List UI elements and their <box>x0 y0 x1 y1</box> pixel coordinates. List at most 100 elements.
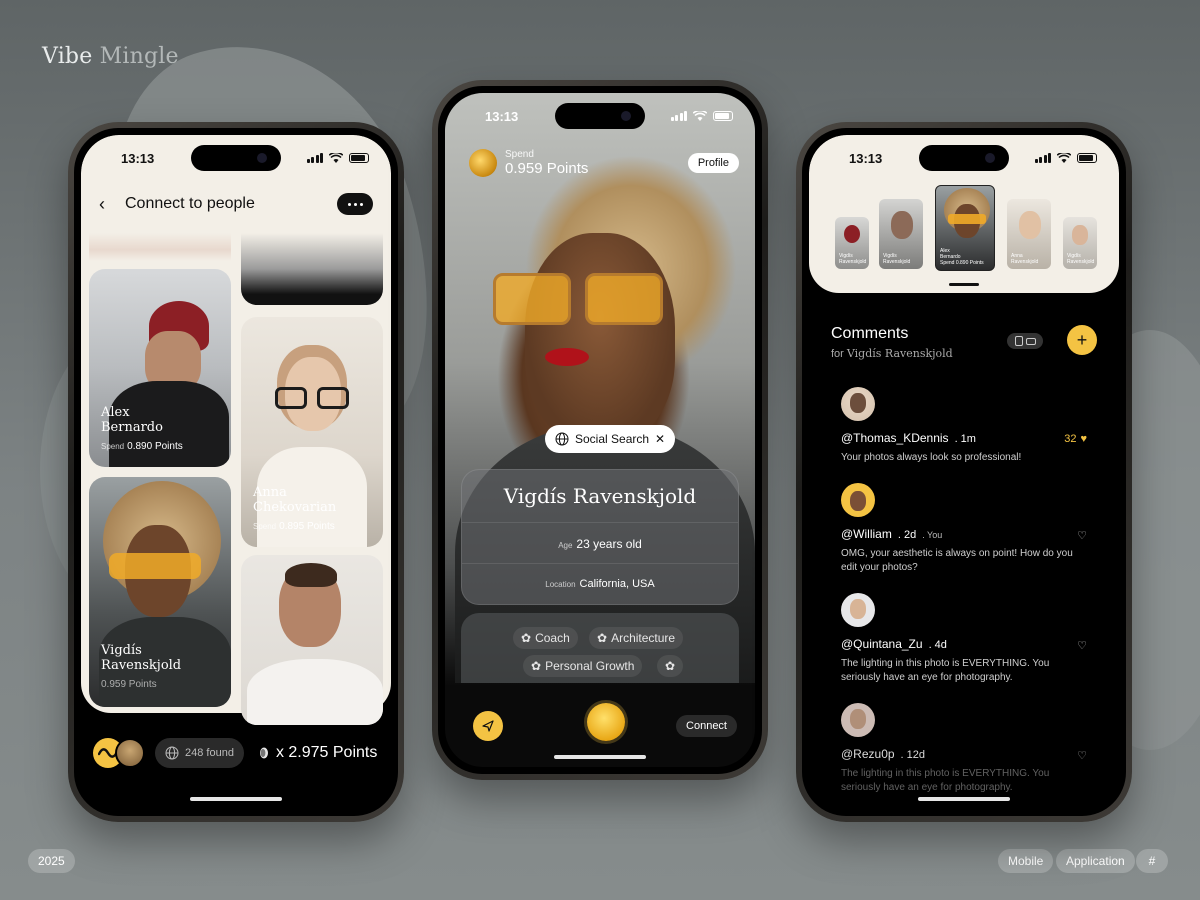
tag-architecture[interactable]: ✿ Architecture <box>589 627 684 649</box>
profile-button[interactable]: Profile <box>687 153 739 173</box>
view-toggle[interactable] <box>1007 333 1043 349</box>
home-indicator[interactable] <box>554 755 646 759</box>
comments-title: Comments <box>831 325 909 342</box>
status-time: 13:13 <box>849 150 883 166</box>
send-icon <box>482 720 494 732</box>
signal-icon <box>306 153 323 163</box>
comment-time: . 1m <box>954 433 976 445</box>
tag-more[interactable]: ✿ <box>657 655 684 677</box>
like-button[interactable]: ♡ <box>1077 749 1087 762</box>
location-label: Location <box>545 580 576 589</box>
bottom-bar: 248 found x 2.975 Points <box>93 731 379 775</box>
carousel-thumb-active[interactable]: Alex Bernardo Spend 0.890 Points <box>935 185 995 271</box>
card-name: Anna Chekovarian <box>253 485 337 515</box>
header: ‹ Connect to people <box>99 193 373 215</box>
avatar[interactable] <box>841 483 875 517</box>
action-bar: Connect <box>463 703 737 743</box>
location-row: Location California, USA <box>462 563 738 590</box>
avatar <box>115 738 145 768</box>
phone-screen: 13:13 ‹ Connect to people Alex Bernardo … <box>81 135 391 809</box>
interests-card: ✿ Coach ✿ Architecture ✿ Personal Growth ✿ <box>461 613 739 683</box>
main-action-button[interactable] <box>587 703 625 741</box>
people-panel: 13:13 ‹ Connect to people Alex Bernardo … <box>81 135 391 725</box>
home-indicator[interactable] <box>918 797 1010 801</box>
phone-bezel: 13:13 Vigdís Ravenskjold Vigdís Ravenskjol… <box>802 128 1126 816</box>
avatar[interactable] <box>841 387 875 421</box>
tag-personal-growth[interactable]: ✿ Personal Growth <box>523 655 643 677</box>
signal-icon <box>1034 153 1051 163</box>
glasses-icon <box>275 387 349 409</box>
coin-icon <box>259 747 268 759</box>
comments-for: for Vigdís Ravenskjold <box>831 347 953 360</box>
sheet-grabber[interactable] <box>949 283 979 286</box>
wifi-icon <box>329 153 343 163</box>
shirt-shape <box>247 659 383 725</box>
card-name: Alex Bernardo <box>101 405 163 435</box>
flower-icon: ✿ <box>597 631 608 645</box>
home-indicator[interactable] <box>190 797 282 801</box>
face-shape <box>525 233 675 443</box>
battery-icon <box>713 111 733 121</box>
sunglasses-icon <box>493 269 679 327</box>
phone-bezel: 13:13 Spend 0.959 Points Profile Social … <box>438 86 762 774</box>
brand-logo: Vibe Mingle <box>42 44 179 69</box>
like-button[interactable]: ♡ <box>1077 639 1087 652</box>
battery-icon <box>349 153 369 163</box>
dynamic-island <box>919 145 1009 171</box>
profile-name: Vigdís Ravenskjold <box>503 484 697 508</box>
status-time: 13:13 <box>485 108 519 124</box>
person-card-alex[interactable]: Alex Bernardo Spend 0.890 Points <box>89 269 231 467</box>
avatar[interactable] <box>841 593 875 627</box>
more-options-button[interactable] <box>337 193 373 215</box>
comment-text: The lighting in this photo is EVERYTHING… <box>841 658 1050 683</box>
found-badge[interactable]: 248 found <box>155 738 244 768</box>
carousel-thumb[interactable]: Vigdís Ravenskjold <box>835 217 869 269</box>
like-button[interactable]: ♡ <box>1077 529 1087 542</box>
comment-time: . 2d <box>897 529 917 541</box>
wifi-icon <box>1057 153 1071 163</box>
avatar[interactable] <box>841 703 875 737</box>
phone-screen: 13:13 Vigdís Ravenskjold Vigdís Ravenskjol… <box>809 135 1119 809</box>
spend-indicator: Spend 0.959 Points <box>469 149 588 177</box>
year-badge: 2025 <box>28 849 75 873</box>
phone-bezel: 13:13 ‹ Connect to people Alex Bernardo … <box>74 128 398 816</box>
phone-profile: 13:13 Spend 0.959 Points Profile Social … <box>432 80 768 780</box>
like-count[interactable]: 32 ♥ <box>1064 433 1087 445</box>
add-comment-button[interactable]: + <box>1067 325 1097 355</box>
profile-info-card: Vigdís Ravenskjold Age 23 years old Locat… <box>461 469 739 605</box>
close-icon[interactable]: ✕ <box>655 432 665 446</box>
card-peek[interactable] <box>241 233 383 305</box>
card-spend: Spend 0.890 Points <box>101 441 183 452</box>
comment-user[interactable]: @Quintana_Zu <box>841 637 923 651</box>
heart-filled-icon: ♥ <box>1080 433 1087 445</box>
location-value: California, USA <box>579 578 655 590</box>
social-search-chip[interactable]: Social Search ✕ <box>545 425 676 453</box>
carousel-thumb[interactable]: Vigdís Ravenskjold <box>879 199 923 269</box>
comments-header: Comments for Vigdís Ravenskjold + <box>831 325 1097 360</box>
carousel-thumb[interactable]: Vigdís Ravenskjold <box>1063 217 1097 269</box>
card-spend: Spend 0.895 Points <box>253 521 335 532</box>
comment-text: Your photos always look so professional! <box>841 452 1022 463</box>
lips-shape <box>545 348 589 366</box>
status-time: 13:13 <box>121 150 155 166</box>
connect-button[interactable]: Connect <box>676 715 737 737</box>
person-card-vigdis[interactable]: Vigdís Ravenskjold 0.959 Points <box>89 477 231 707</box>
brand-word-2: Mingle <box>99 44 179 69</box>
person-card-man[interactable] <box>241 555 383 725</box>
carousel-thumb[interactable]: Anna Ravenskjold <box>1007 199 1051 269</box>
tag-hash: # <box>1136 849 1168 873</box>
age-row: Age 23 years old <box>462 522 738 551</box>
tag-mobile: Mobile <box>998 849 1054 873</box>
send-button[interactable] <box>473 711 503 741</box>
wifi-icon <box>693 111 707 121</box>
person-card-anna[interactable]: Anna Chekovarian Spend 0.895 Points <box>241 317 383 547</box>
comment-item: @Thomas_KDennis . 1m 32 ♥ Your photos alwa… <box>841 387 1087 465</box>
tag-coach[interactable]: ✿ Coach <box>513 627 578 649</box>
comment-user[interactable]: @Rezu0p <box>841 747 895 761</box>
comment-user[interactable]: @Thomas_KDennis <box>841 431 949 445</box>
comment-user[interactable]: @William <box>841 527 892 541</box>
back-chevron-icon[interactable]: ‹ <box>99 194 125 215</box>
age-value: 23 years old <box>576 537 642 551</box>
avatar-stack[interactable] <box>93 738 149 768</box>
sunglasses-icon <box>109 553 201 579</box>
